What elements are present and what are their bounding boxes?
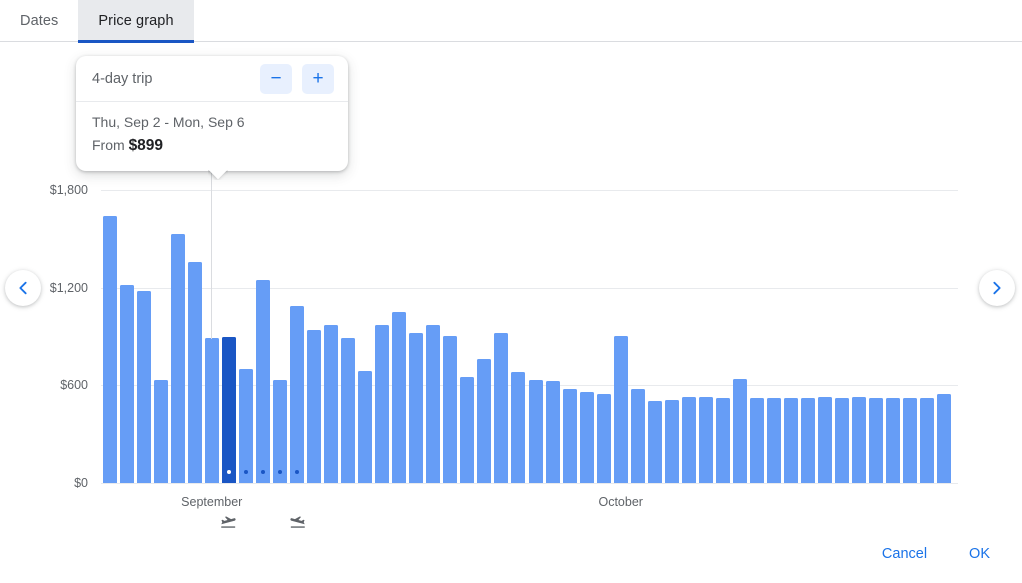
cancel-button[interactable]: Cancel <box>868 538 941 570</box>
y-axis-tick-label: $600 <box>28 378 88 392</box>
price-bar[interactable] <box>460 377 474 483</box>
price-value: $899 <box>129 137 163 154</box>
selected-range-dot-icon <box>244 470 248 474</box>
price-bar[interactable] <box>409 333 423 483</box>
ok-button[interactable]: OK <box>955 538 1004 570</box>
popover-header: 4-day trip − + <box>76 56 348 102</box>
price-bar[interactable] <box>529 380 543 483</box>
previous-dates-button[interactable] <box>5 270 41 306</box>
trip-length-label: 4-day trip <box>92 71 152 87</box>
tab-price-graph[interactable]: Price graph <box>78 0 193 42</box>
chevron-left-icon <box>13 278 33 298</box>
price-bar[interactable] <box>511 372 525 483</box>
price-bar[interactable] <box>903 398 917 483</box>
price-bar[interactable] <box>392 312 406 483</box>
y-axis-tick-label: $1,800 <box>28 183 88 197</box>
month-label: October <box>598 495 642 509</box>
price-bar[interactable] <box>494 333 508 483</box>
price-prefix-label: From <box>92 137 129 153</box>
decrease-trip-length-button[interactable]: − <box>260 64 292 94</box>
price-bar[interactable] <box>699 397 713 483</box>
month-label: September <box>181 495 242 509</box>
popover-tail-icon <box>208 170 228 180</box>
price-bar[interactable] <box>273 380 287 483</box>
chevron-right-icon <box>987 278 1007 298</box>
price-bar[interactable] <box>580 392 594 483</box>
trip-dates-text: Thu, Sep 2 - Mon, Sep 6 <box>92 112 332 133</box>
popover-body: Thu, Sep 2 - Mon, Sep 6 From $899 <box>76 102 348 171</box>
price-bar[interactable] <box>597 394 611 483</box>
price-bar[interactable] <box>937 394 951 483</box>
selected-range-dot-icon <box>278 470 282 474</box>
price-bar[interactable] <box>716 398 730 483</box>
price-bar[interactable] <box>563 389 577 483</box>
price-bar[interactable] <box>341 338 355 483</box>
price-bar[interactable] <box>835 398 849 483</box>
price-bar[interactable] <box>256 280 270 483</box>
price-bar[interactable] <box>784 398 798 483</box>
selected-range-dot-icon <box>227 470 231 474</box>
price-bar-selected[interactable] <box>222 337 236 483</box>
price-bar[interactable] <box>818 397 832 483</box>
price-bar[interactable] <box>171 234 185 483</box>
dialog-footer: Cancel OK <box>0 525 1022 583</box>
trip-price-text: From $899 <box>92 134 332 157</box>
price-bar[interactable] <box>920 398 934 483</box>
price-bar[interactable] <box>546 381 560 483</box>
price-bar[interactable] <box>324 325 338 483</box>
price-bar[interactable] <box>852 397 866 483</box>
bars-container <box>101 190 953 483</box>
price-bar[interactable] <box>290 306 304 483</box>
price-bar[interactable] <box>869 398 883 483</box>
price-bar[interactable] <box>426 325 440 483</box>
price-bar[interactable] <box>358 371 372 483</box>
price-bar[interactable] <box>375 325 389 483</box>
price-bar[interactable] <box>648 401 662 483</box>
gridline <box>101 483 958 484</box>
price-bar[interactable] <box>477 359 491 483</box>
price-bar[interactable] <box>733 379 747 483</box>
selected-bar-leader-line <box>211 166 212 339</box>
y-axis-tick-label: $0 <box>28 476 88 490</box>
trip-length-stepper: − + <box>260 64 334 94</box>
price-bar[interactable] <box>188 262 202 483</box>
tab-dates[interactable]: Dates <box>0 0 78 42</box>
price-bar[interactable] <box>120 285 134 483</box>
selected-range-dot-icon <box>261 470 265 474</box>
selected-range-dot-icon <box>295 470 299 474</box>
price-bar[interactable] <box>750 398 764 483</box>
price-bar[interactable] <box>205 338 219 483</box>
price-bar[interactable] <box>137 291 151 483</box>
tabbar: Dates Price graph <box>0 0 1022 42</box>
trip-length-popover: 4-day trip − + Thu, Sep 2 - Mon, Sep 6 F… <box>76 56 348 171</box>
price-bar[interactable] <box>443 336 457 483</box>
price-graph-chart: $1,800$1,200$600$0 SeptemberOctober <box>0 150 1022 510</box>
price-bar[interactable] <box>614 336 628 483</box>
price-bar[interactable] <box>767 398 781 483</box>
price-bar[interactable] <box>801 398 815 483</box>
price-bar[interactable] <box>239 369 253 483</box>
price-bar[interactable] <box>631 389 645 483</box>
price-bar[interactable] <box>886 398 900 483</box>
increase-trip-length-button[interactable]: + <box>302 64 334 94</box>
price-bar[interactable] <box>665 400 679 483</box>
price-bar[interactable] <box>154 380 168 483</box>
price-bar[interactable] <box>682 397 696 483</box>
price-bar[interactable] <box>103 216 117 483</box>
price-bar[interactable] <box>307 330 321 483</box>
next-dates-button[interactable] <box>979 270 1015 306</box>
